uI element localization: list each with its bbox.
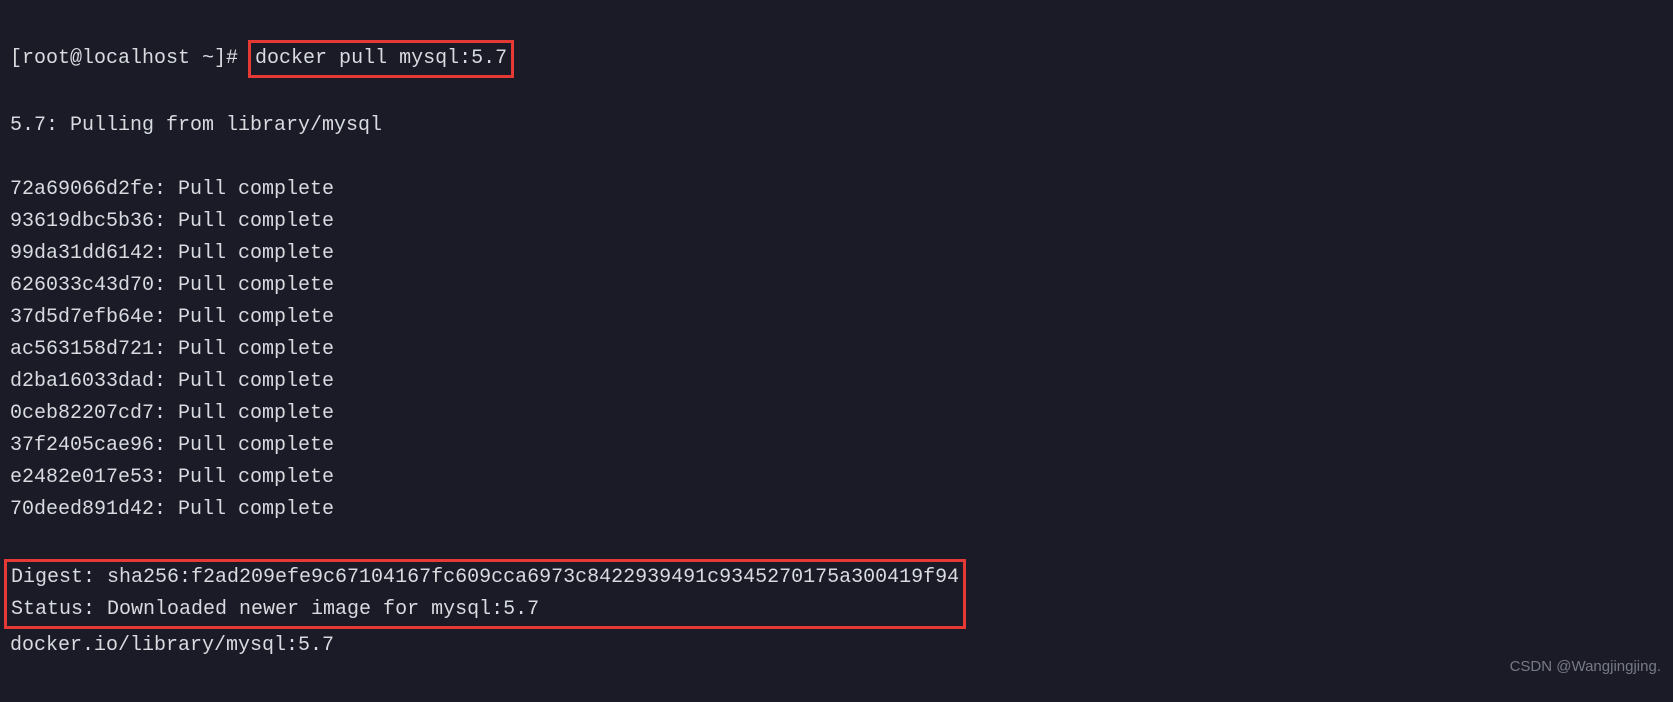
- prompt-line: [root@localhost ~]# docker pull mysql:5.…: [10, 40, 1663, 78]
- layer-line: d2ba16033dad: Pull complete: [10, 366, 1663, 398]
- shell-prompt: [root@localhost ~]#: [10, 47, 250, 70]
- layer-line: 37f2405cae96: Pull complete: [10, 430, 1663, 462]
- layer-line: 626033c43d70: Pull complete: [10, 270, 1663, 302]
- layer-line: ac563158d721: Pull complete: [10, 334, 1663, 366]
- layer-line: 0ceb82207cd7: Pull complete: [10, 398, 1663, 430]
- layers-list: 72a69066d2fe: Pull complete93619dbc5b36:…: [10, 174, 1663, 526]
- digest-line: Digest: sha256:f2ad209efe9c67104167fc609…: [11, 562, 959, 594]
- layer-line: 99da31dd6142: Pull complete: [10, 238, 1663, 270]
- command-text: docker pull mysql:5.7: [255, 47, 507, 70]
- terminal-output: [root@localhost ~]# docker pull mysql:5.…: [0, 0, 1673, 702]
- pulling-header: 5.7: Pulling from library/mysql: [10, 110, 1663, 142]
- watermark: CSDN @Wangjingjing.: [1510, 655, 1661, 679]
- layer-line: 93619dbc5b36: Pull complete: [10, 206, 1663, 238]
- final-reference-line: docker.io/library/mysql:5.7: [10, 630, 1663, 662]
- layer-line: 37d5d7efb64e: Pull complete: [10, 302, 1663, 334]
- layer-line: 70deed891d42: Pull complete: [10, 494, 1663, 526]
- command-highlight-box: docker pull mysql:5.7: [248, 40, 514, 78]
- status-line: Status: Downloaded newer image for mysql…: [11, 594, 959, 626]
- layer-line: e2482e017e53: Pull complete: [10, 462, 1663, 494]
- layer-line: 72a69066d2fe: Pull complete: [10, 174, 1663, 206]
- result-highlight-box: Digest: sha256:f2ad209efe9c67104167fc609…: [4, 559, 966, 629]
